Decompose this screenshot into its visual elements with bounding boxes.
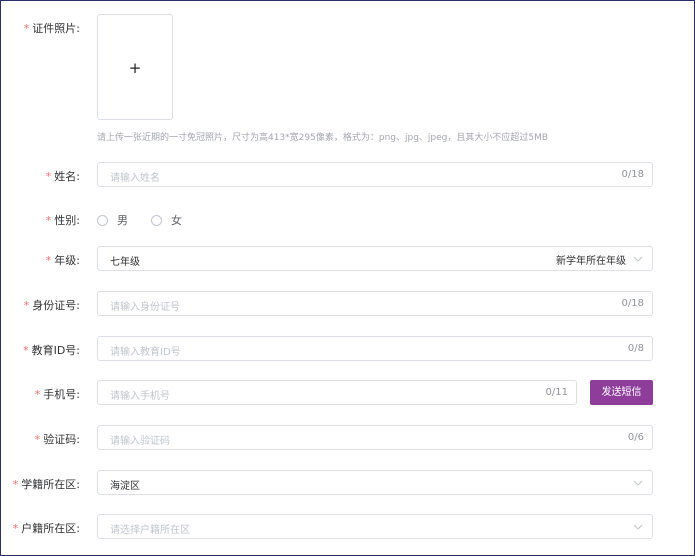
phone-label: * 手机号: [35, 386, 80, 402]
household-district-select[interactable]: 请选择户籍所在区 [97, 514, 653, 539]
required-mark: * [23, 344, 29, 357]
chevron-down-icon [633, 524, 643, 530]
required-mark: * [12, 522, 19, 535]
edu-id-counter: 0/8 [627, 343, 644, 354]
radio-circle-icon [151, 214, 162, 226]
photo-label: * 证件照片: [24, 20, 80, 36]
gender-label-text: 性别: [54, 214, 80, 227]
name-input[interactable]: 请输入姓名 0/18 [97, 162, 653, 187]
radio-circle-icon [97, 214, 108, 226]
required-mark: * [12, 478, 19, 491]
gender-radio-female[interactable]: 女 [151, 212, 182, 228]
gender-option-female: 女 [171, 214, 182, 227]
name-placeholder: 请输入姓名 [110, 173, 160, 184]
id-card-input[interactable]: 请输入身份证号 0/18 [97, 291, 653, 316]
photo-hint: 请上传一张近期的一寸免冠照片，尺寸为高413*宽295像素，格式为：png、jp… [97, 133, 549, 143]
phone-counter: 0/11 [545, 387, 568, 398]
school-district-label-text: 学籍所在区: [21, 478, 80, 491]
household-district-label: * 户籍所在区: [13, 520, 80, 536]
name-label: * 姓名: [46, 168, 80, 184]
household-district-placeholder: 请选择户籍所在区 [110, 525, 190, 536]
code-placeholder: 请输入验证码 [110, 436, 170, 447]
gender-option-male: 男 [117, 214, 128, 227]
plus-icon: + [128, 59, 142, 77]
required-mark: * [34, 433, 41, 446]
grade-label: * 年级: [46, 252, 80, 268]
required-mark: * [45, 170, 52, 183]
code-counter: 0/6 [627, 432, 644, 443]
school-district-label: * 学籍所在区: [13, 476, 80, 492]
code-label-text: 验证码: [43, 433, 80, 446]
gender-radio-male[interactable]: 男 [97, 212, 128, 228]
edu-id-label-text: 教育ID号: [31, 344, 80, 357]
photo-label-text: 证件照片: [32, 22, 80, 35]
edu-id-placeholder: 请输入教育ID号 [110, 347, 181, 358]
grade-select[interactable]: 七年级 新学年所在年级 [97, 246, 653, 271]
edu-id-input[interactable]: 请输入教育ID号 0/8 [97, 336, 653, 361]
gender-label: * 性别: [46, 212, 80, 228]
required-mark: * [34, 388, 41, 401]
code-input[interactable]: 请输入验证码 0/6 [97, 425, 653, 450]
grade-note: 新学年所在年级 [556, 256, 626, 267]
required-mark: * [23, 22, 30, 35]
id-card-label-text: 身份证号: [32, 299, 80, 312]
code-label: * 验证码: [35, 431, 80, 447]
required-mark: * [45, 214, 52, 227]
name-counter: 0/18 [621, 169, 644, 180]
chevron-down-icon [633, 256, 643, 262]
phone-label-text: 手机号: [43, 388, 80, 401]
photo-upload-box[interactable]: + [97, 14, 173, 120]
name-label-text: 姓名: [54, 170, 80, 183]
school-district-value: 海淀区 [110, 481, 140, 492]
phone-placeholder: 请输入手机号 [110, 391, 170, 402]
grade-value: 七年级 [110, 257, 140, 268]
required-mark: * [45, 254, 52, 267]
grade-label-text: 年级: [54, 254, 80, 267]
household-district-label-text: 户籍所在区: [21, 522, 80, 535]
id-card-counter: 0/18 [621, 298, 644, 309]
school-district-select[interactable]: 海淀区 [97, 470, 653, 495]
id-card-label: * 身份证号: [24, 297, 80, 313]
edu-id-label: * 教育ID号: [23, 342, 80, 358]
id-card-placeholder: 请输入身份证号 [110, 302, 180, 313]
send-sms-button[interactable]: 发送短信 [590, 380, 653, 405]
chevron-down-icon [633, 480, 643, 486]
phone-input[interactable]: 请输入手机号 0/11 [97, 380, 577, 405]
required-mark: * [23, 299, 30, 312]
